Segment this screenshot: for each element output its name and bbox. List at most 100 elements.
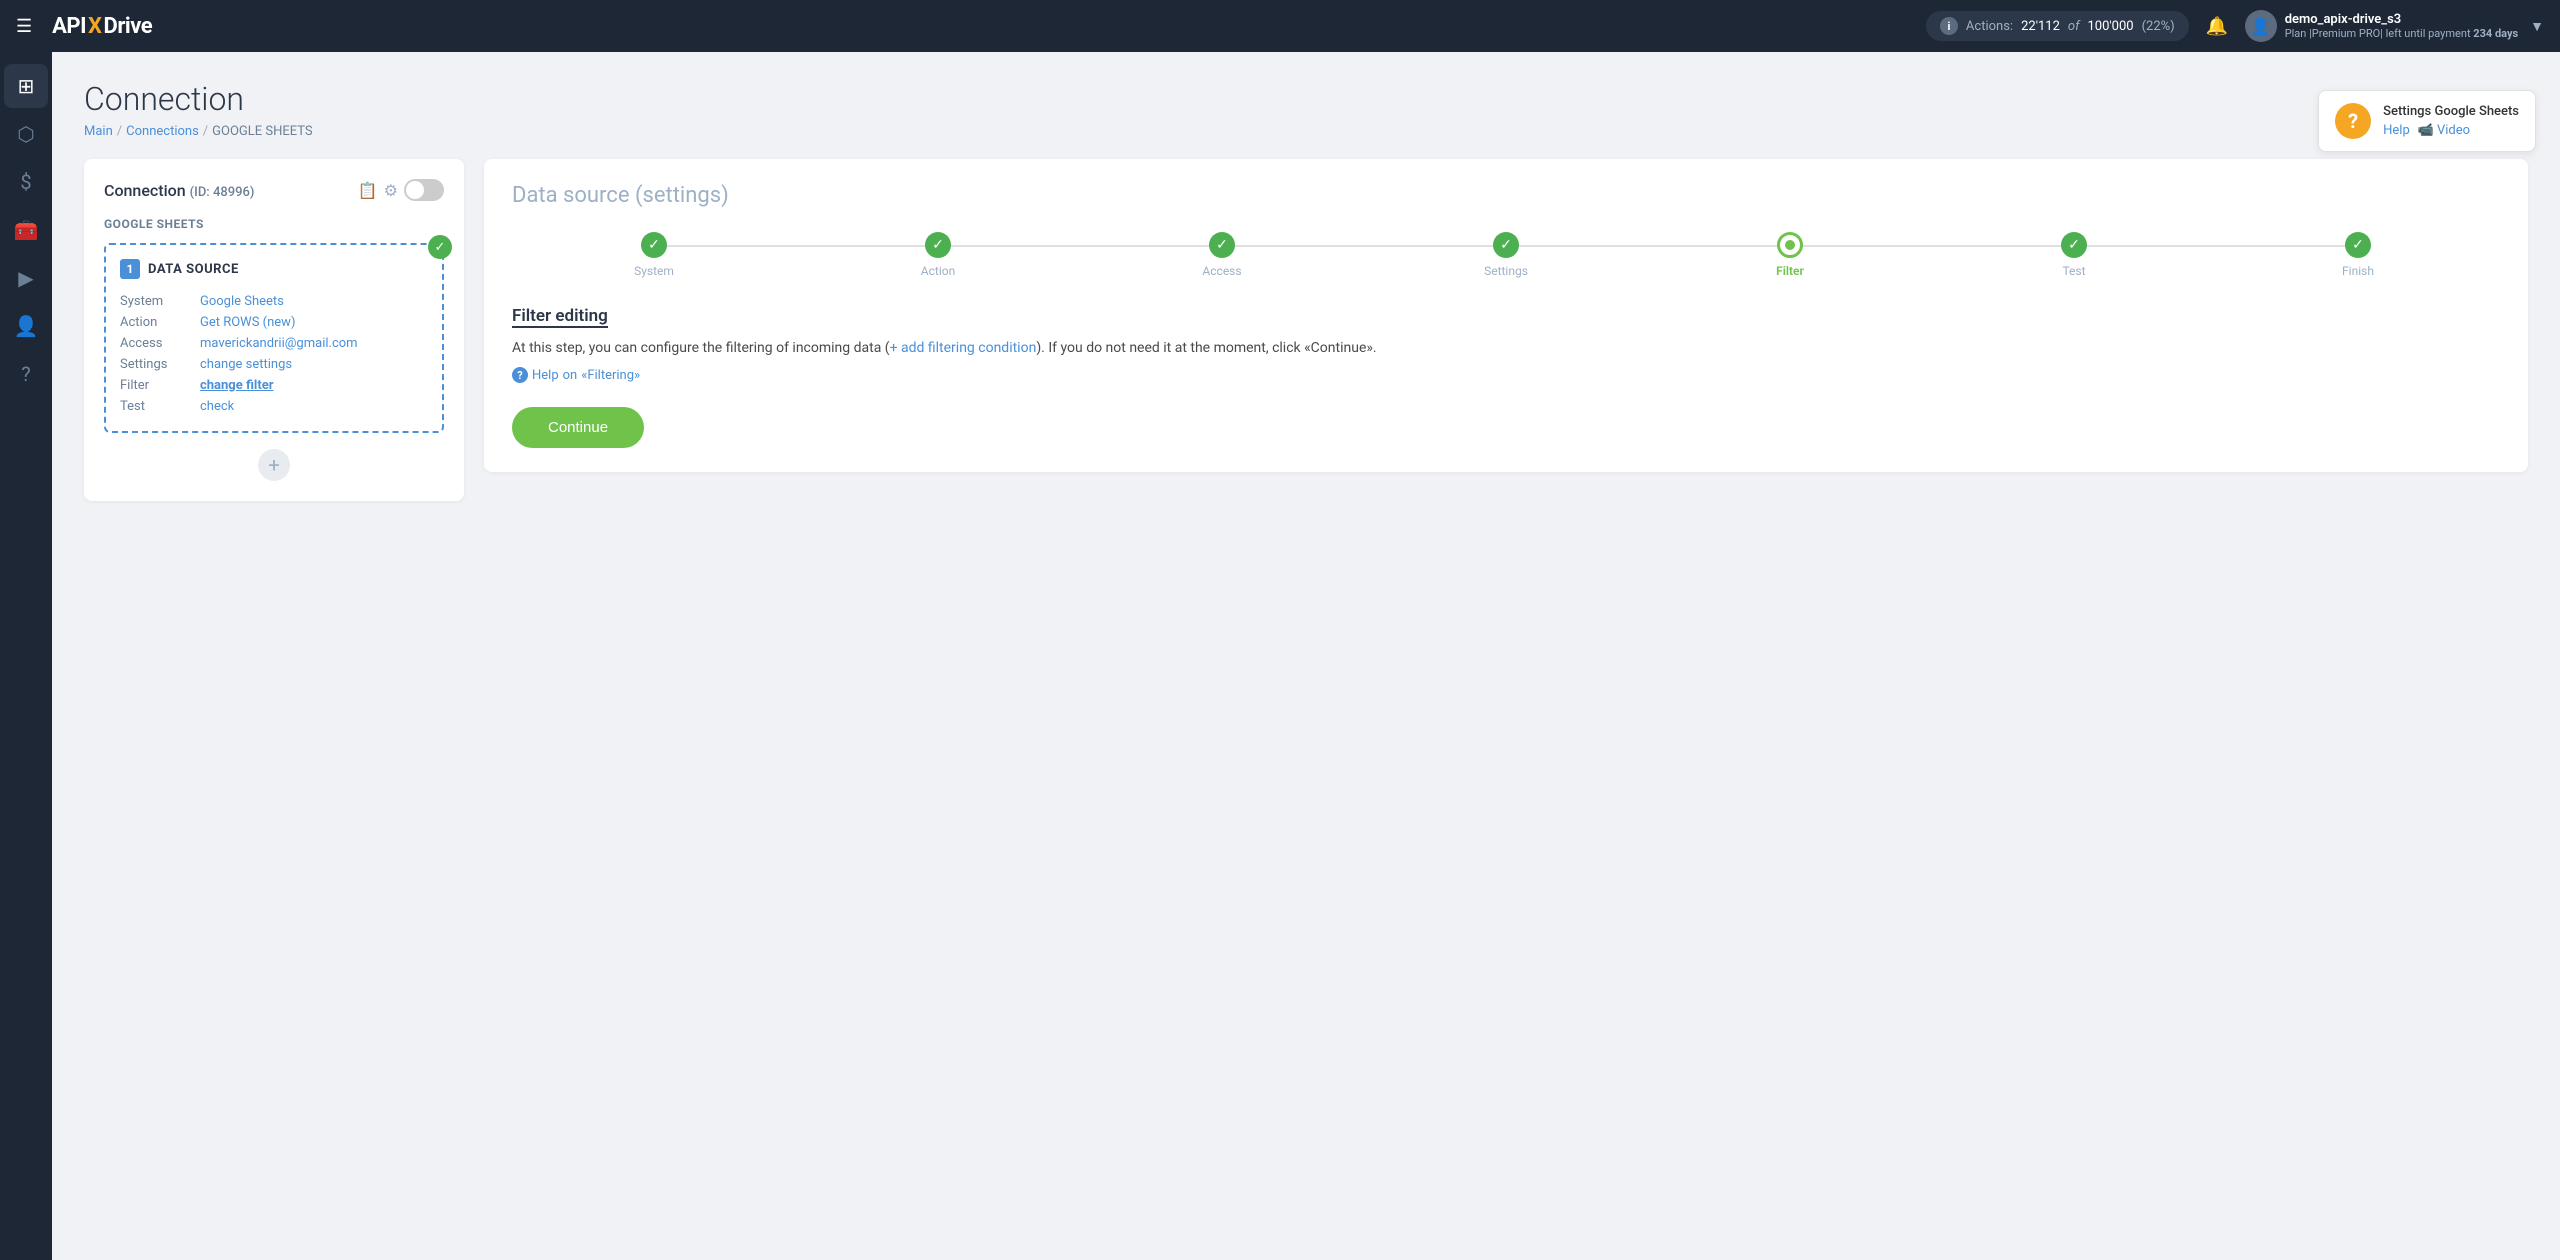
breadcrumb: Main / Connections / GOOGLE SHEETS: [84, 124, 2528, 139]
step-item-filter[interactable]: Filter: [1648, 232, 1932, 278]
step-item-finish[interactable]: ✓ Finish: [2216, 232, 2500, 278]
step-item-access[interactable]: ✓ Access: [1080, 232, 1364, 278]
avatar: 👤: [2245, 10, 2277, 42]
help-q-icon: ?: [512, 367, 528, 383]
actions-counter: i Actions: 22'112 of 100'000 (22%): [1926, 11, 2189, 41]
right-panel-title: Data source (settings): [512, 183, 2500, 208]
sidebar-item-billing[interactable]: $: [4, 160, 48, 204]
page-header: Connection Main / Connections / GOOGLE S…: [84, 80, 2528, 139]
right-panel: Data source (settings) ✓ System ✓ Action ✓ Ac…: [484, 159, 2528, 472]
step-item-settings[interactable]: ✓Settings: [1364, 232, 1648, 278]
copy-icon[interactable]: 📋: [358, 181, 378, 200]
step-label: Filter: [1776, 264, 1804, 278]
actions-total: 100'000: [2087, 19, 2133, 34]
row-value[interactable]: Google Sheets: [200, 291, 428, 312]
step-circle: ✓: [1493, 232, 1519, 258]
datasource-check-icon: ✓: [428, 235, 452, 259]
user-name: demo_apix-drive_s3: [2285, 12, 2518, 27]
left-panel: Connection (ID: 48996) 📋 ⚙ GOOGLE SHEETS…: [84, 159, 464, 501]
logo: APIXDrive: [52, 14, 152, 39]
help-tooltip-title: Settings Google Sheets: [2383, 104, 2519, 119]
row-value[interactable]: change settings: [200, 354, 428, 375]
step-circle: ✓: [641, 232, 667, 258]
step-item-system[interactable]: ✓ System: [512, 232, 796, 278]
user-menu[interactable]: 👤 demo_apix-drive_s3 Plan |Premium PRO| …: [2245, 10, 2544, 42]
page-title: Connection: [84, 80, 2528, 118]
logo-x: X: [88, 14, 101, 39]
step-circle: ✓: [1209, 232, 1235, 258]
video-link[interactable]: 📹 Video: [2418, 123, 2470, 138]
row-value[interactable]: change filter: [200, 375, 428, 396]
breadcrumb-current: GOOGLE SHEETS: [212, 124, 312, 139]
help-content: Settings Google Sheets Help 📹 Video: [2383, 104, 2519, 138]
sidebar-item-media[interactable]: ▶: [4, 256, 48, 300]
user-plan: Plan |Premium PRO| left until payment 23…: [2285, 27, 2518, 40]
step-item-test[interactable]: ✓ Test: [1932, 232, 2216, 278]
sidebar-item-tools[interactable]: 🧰: [4, 208, 48, 252]
user-info: demo_apix-drive_s3 Plan |Premium PRO| le…: [2285, 12, 2518, 40]
datasource-number: 1: [120, 259, 140, 279]
sidebar-item-help[interactable]: ?: [4, 352, 48, 396]
help-link[interactable]: Help: [2383, 123, 2410, 138]
row-value[interactable]: Get ROWS (new): [200, 312, 428, 333]
connection-id: (ID: 48996): [190, 185, 255, 200]
add-filter-link[interactable]: + add filtering condition: [890, 340, 1037, 356]
logo-api: API: [52, 14, 86, 39]
table-row: Settingschange settings: [120, 354, 428, 375]
step-label: Action: [921, 264, 955, 278]
enable-toggle[interactable]: [404, 179, 444, 201]
datasource-label: DATA SOURCE: [148, 262, 239, 277]
step-circle: ✓: [2061, 232, 2087, 258]
breadcrumb-connections[interactable]: Connections: [126, 124, 199, 139]
logo-drive: Drive: [104, 14, 153, 39]
table-row: Filterchange filter: [120, 375, 428, 396]
filter-section-title: Filter editing: [512, 306, 608, 328]
step-label: System: [634, 264, 674, 278]
row-key: Access: [120, 333, 200, 354]
panel-icons: 📋 ⚙: [358, 179, 444, 201]
table-row: ActionGet ROWS (new): [120, 312, 428, 333]
chevron-down-icon: ▼: [2530, 18, 2544, 35]
settings-icon[interactable]: ⚙: [384, 181, 398, 200]
sidebar-item-profile[interactable]: 👤: [4, 304, 48, 348]
row-value[interactable]: maverickandrii@gmail.com: [200, 333, 428, 354]
datasource-box: ✓ 1 DATA SOURCE SystemGoogle SheetsActio…: [104, 243, 444, 433]
notification-bell[interactable]: 🔔: [2201, 10, 2233, 42]
main-layout: ⊞ ⬡ $ 🧰 ▶ 👤 ? ? Settings Google Sheets H…: [0, 52, 2560, 1260]
step-item-action[interactable]: ✓ Action: [796, 232, 1080, 278]
filter-help-link[interactable]: ? Help on «Filtering»: [512, 367, 2500, 383]
add-datasource-button[interactable]: +: [258, 449, 290, 481]
sidebar-item-connections[interactable]: ⬡: [4, 112, 48, 156]
table-row: Testcheck: [120, 396, 428, 417]
table-row: Accessmaverickandrii@gmail.com: [120, 333, 428, 354]
row-key: Settings: [120, 354, 200, 375]
breadcrumb-main[interactable]: Main: [84, 124, 113, 139]
row-key: Filter: [120, 375, 200, 396]
step-label: Finish: [2342, 264, 2374, 278]
actions-label: Actions:: [1966, 19, 2013, 34]
step-label: Test: [2062, 264, 2085, 278]
step-circle-active: [1777, 232, 1803, 258]
row-key: Action: [120, 312, 200, 333]
actions-pct: (22%): [2142, 19, 2175, 34]
step-circle: ✓: [2345, 232, 2371, 258]
help-tooltip: ? Settings Google Sheets Help 📹 Video: [2318, 90, 2536, 152]
page-content: ? Settings Google Sheets Help 📹 Video Co…: [52, 52, 2560, 1260]
row-value[interactable]: check: [200, 396, 428, 417]
datasource-header: 1 DATA SOURCE: [120, 259, 428, 279]
sidebar-item-dashboard[interactable]: ⊞: [4, 64, 48, 108]
actions-count: 22'112: [2021, 19, 2060, 34]
row-key: System: [120, 291, 200, 312]
continue-button[interactable]: Continue: [512, 407, 644, 448]
step-label: Access: [1202, 264, 1241, 278]
hamburger-menu[interactable]: ☰: [16, 16, 32, 37]
panel-header: Connection (ID: 48996) 📋 ⚙: [104, 179, 444, 201]
help-links: Help 📹 Video: [2383, 123, 2519, 138]
two-col-layout: Connection (ID: 48996) 📋 ⚙ GOOGLE SHEETS…: [84, 159, 2528, 501]
datasource-table: SystemGoogle SheetsActionGet ROWS (new)A…: [120, 291, 428, 417]
step-circle: ✓: [925, 232, 951, 258]
panel-title: Connection (ID: 48996): [104, 181, 350, 200]
filter-section: Filter editing At this step, you can con…: [512, 306, 2500, 448]
row-key: Test: [120, 396, 200, 417]
top-navigation: ☰ APIXDrive i Actions: 22'112 of 100'000…: [0, 0, 2560, 52]
